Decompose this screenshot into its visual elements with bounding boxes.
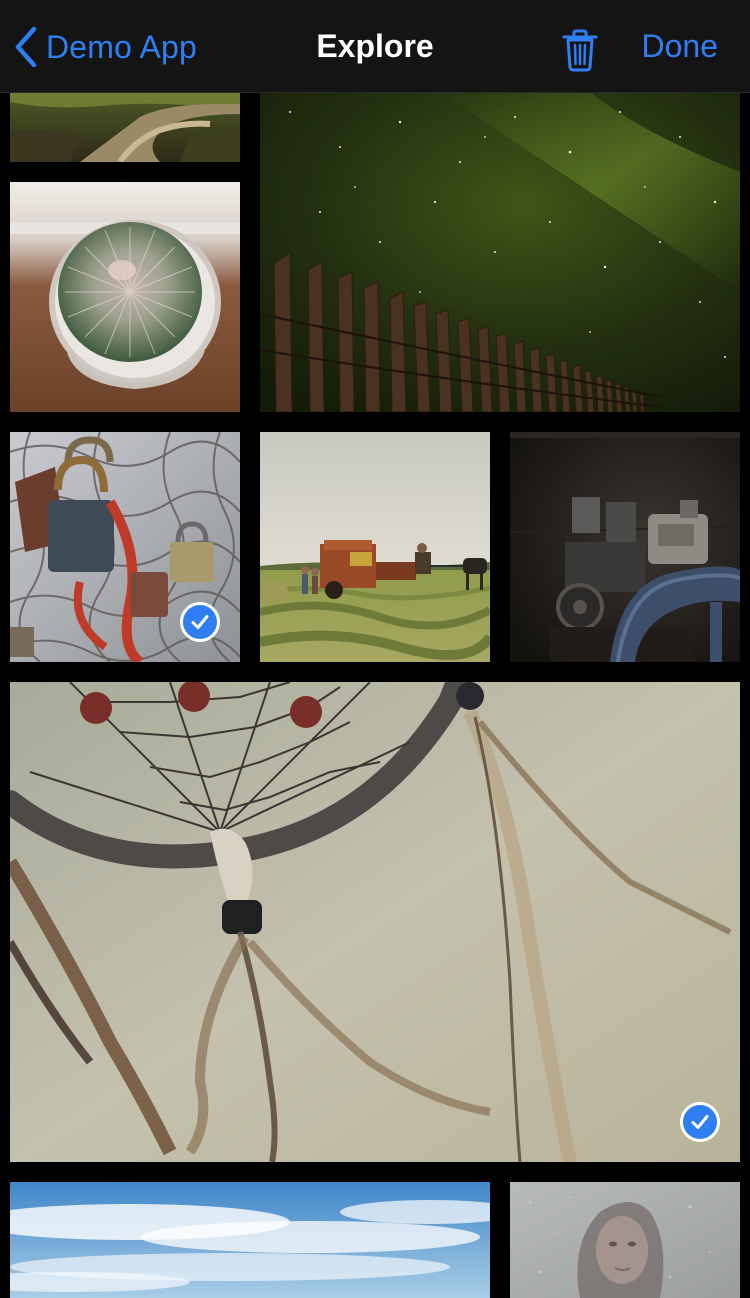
woman-fog-photo [510,1182,740,1298]
delete-button[interactable] [560,28,600,72]
sky-clouds-photo [10,1182,490,1298]
photo-tile-forest-path[interactable] [10,92,240,162]
photo-tile-cactus[interactable] [10,182,240,412]
photo-tile-hay-baler[interactable] [260,432,490,662]
old-machinery-photo [510,432,740,662]
photo-tile-woman-fog[interactable] [510,1182,740,1298]
photo-browser-screen: Demo App Explore Done [0,0,750,1298]
dreamcatcher-photo [10,682,740,1162]
back-button-label: Demo App [46,28,198,65]
forest-path-photo [10,92,240,162]
photo-tile-starry-fence[interactable] [260,92,740,412]
trash-icon [562,29,598,72]
selected-checkmark-icon [180,602,220,642]
starry-fence-photo [260,92,740,412]
navigation-bar: Demo App Explore Done [0,0,750,93]
done-button[interactable]: Done [642,28,719,65]
cactus-photo [10,182,240,412]
back-button[interactable]: Demo App [14,22,197,72]
photo-tile-sky-clouds[interactable] [10,1182,490,1298]
photo-tile-old-machinery[interactable] [510,432,740,662]
photo-tile-padlocks[interactable] [10,432,240,662]
photo-tile-dreamcatcher[interactable] [10,682,740,1162]
selected-checkmark-icon [680,1102,720,1142]
chevron-left-icon [15,26,37,68]
hay-baler-photo [260,432,490,662]
